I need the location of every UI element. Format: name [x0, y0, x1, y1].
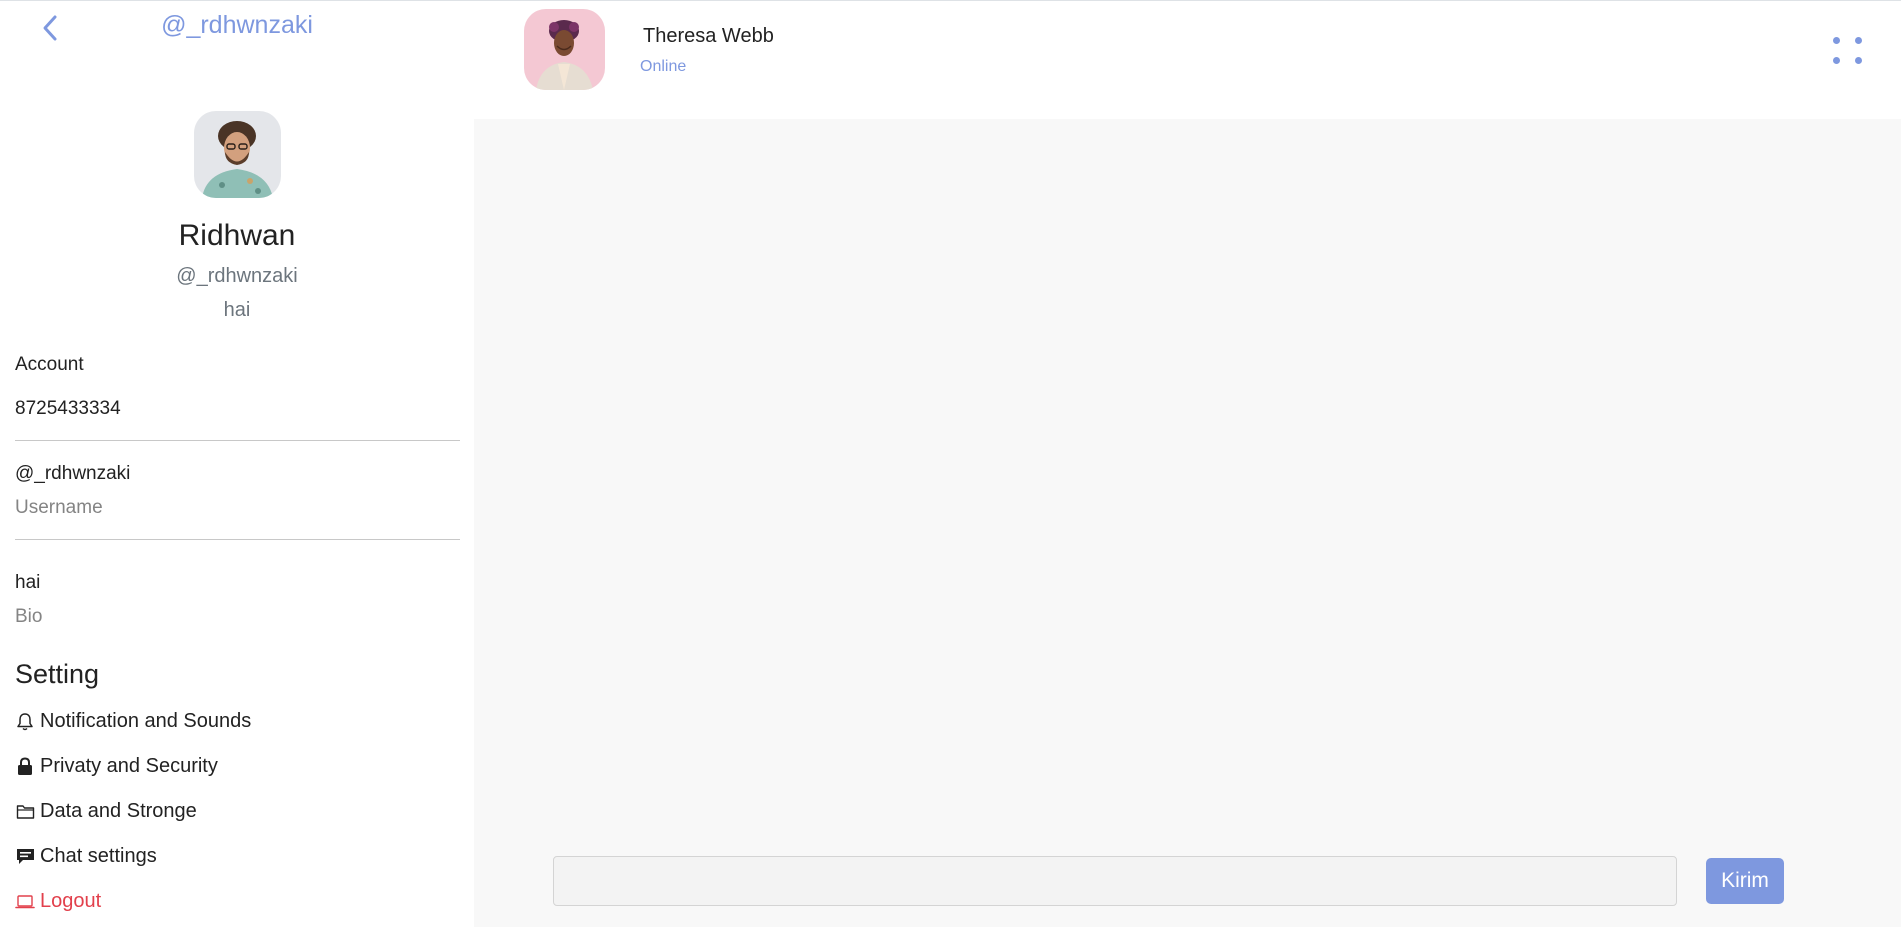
send-button[interactable]: Kirim	[1706, 858, 1784, 904]
profile-sidebar: @_rdhwnzaki Ridhwan @_rdhwnzaki hai Acco…	[0, 1, 474, 927]
logout-button[interactable]: Logout	[15, 890, 101, 913]
bio-value[interactable]: hai	[15, 572, 40, 594]
four-dots-icon[interactable]	[1833, 37, 1863, 67]
divider	[15, 539, 460, 540]
contact-name: Theresa Webb	[643, 25, 774, 47]
logout-label: Logout	[40, 890, 102, 912]
contact-avatar[interactable]	[524, 9, 605, 90]
username-label: Username	[15, 497, 103, 518]
contact-status: Online	[640, 58, 687, 75]
menu-item-chat-settings[interactable]: Chat settings	[15, 845, 157, 868]
chat-icon	[15, 847, 35, 867]
profile-bio: hai	[223, 299, 251, 321]
username-value[interactable]: @_rdhwnzaki	[15, 463, 130, 485]
message-input[interactable]	[553, 856, 1677, 906]
profile-name: Ridhwan	[178, 219, 296, 252]
profile-handle: @_rdhwnzaki	[176, 265, 298, 287]
menu-item-notification[interactable]: Notification and Sounds	[15, 710, 251, 733]
account-heading: Account	[15, 354, 84, 375]
laptop-icon	[15, 892, 35, 912]
folder-icon	[15, 802, 35, 822]
menu-item-label: Notification and Sounds	[40, 710, 252, 732]
menu-item-data[interactable]: Data and Stronge	[15, 800, 197, 823]
menu-item-label: Privaty and Security	[40, 755, 218, 777]
chat-header: Theresa Webb Online	[474, 1, 1901, 119]
sidebar-title-handle: @_rdhwnzaki	[161, 11, 313, 39]
chat-messages-area: Kirim	[474, 119, 1901, 927]
bio-label: Bio	[15, 606, 43, 627]
divider	[15, 440, 460, 441]
menu-item-privacy[interactable]: Privaty and Security	[15, 755, 218, 778]
phone-number[interactable]: 8725433334	[15, 398, 121, 420]
bell-icon	[15, 712, 35, 732]
avatar[interactable]	[194, 111, 281, 198]
menu-item-label: Data and Stronge	[40, 800, 197, 822]
menu-item-label: Chat settings	[40, 845, 157, 867]
lock-icon	[15, 757, 35, 777]
setting-heading: Setting	[15, 659, 100, 689]
